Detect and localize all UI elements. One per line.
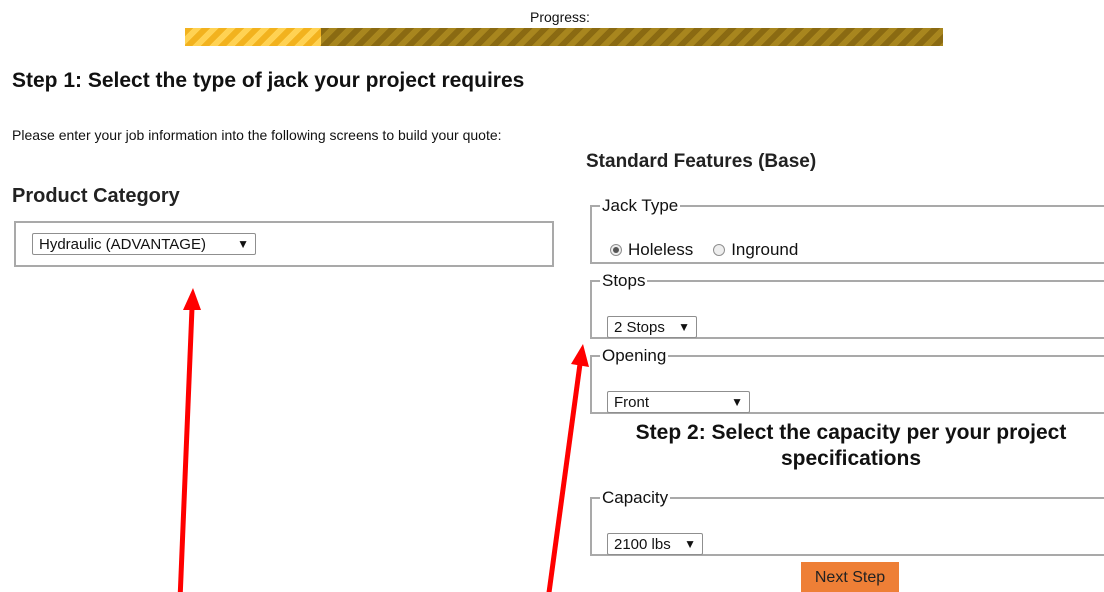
caret-down-icon: ▼ <box>684 537 696 551</box>
arrow-to-standard-features <box>546 344 589 592</box>
progress-bar <box>185 28 943 46</box>
opening-value: Front <box>614 393 650 411</box>
capacity-legend: Capacity <box>602 488 669 507</box>
arrow-to-product-category <box>177 288 201 592</box>
jack-type-options: Holeless Inground <box>610 240 818 260</box>
standard-features-heading: Standard Features (Base) <box>586 151 817 172</box>
opening-legend: Opening <box>602 346 667 365</box>
product-category-value: Hydraulic (ADVANTAGE) <box>39 235 206 253</box>
product-category-box: Hydraulic (ADVANTAGE) ▼ <box>14 221 554 267</box>
stops-group: Stops 2 Stops ▼ <box>590 271 1104 339</box>
opening-select[interactable]: Front ▼ <box>607 391 750 413</box>
opening-group: Opening Front ▼ <box>590 346 1104 414</box>
capacity-select[interactable]: 2100 lbs ▼ <box>607 533 703 555</box>
inground-label[interactable]: Inground <box>731 240 798 260</box>
holeless-label[interactable]: Holeless <box>628 240 693 260</box>
caret-down-icon: ▼ <box>237 237 249 251</box>
capacity-group: Capacity 2100 lbs ▼ <box>590 488 1104 556</box>
caret-down-icon: ▼ <box>678 320 690 334</box>
stops-select[interactable]: 2 Stops ▼ <box>607 316 697 338</box>
product-category-heading: Product Category <box>12 185 180 207</box>
step2-title: Step 2: Select the capacity per your pro… <box>635 421 1067 470</box>
progress-fill <box>185 28 322 46</box>
product-category-select[interactable]: Hydraulic (ADVANTAGE) ▼ <box>32 233 256 255</box>
next-step-button[interactable]: Next Step <box>801 562 899 592</box>
capacity-value: 2100 lbs <box>614 535 671 553</box>
progress-label: Progress: <box>530 9 590 25</box>
stops-legend: Stops <box>602 271 646 290</box>
quote-builder-page: Progress: Step 1: Select the type of jac… <box>0 0 1104 592</box>
holeless-radio[interactable] <box>610 244 622 256</box>
stops-value: 2 Stops <box>614 318 665 336</box>
intro-text: Please enter your job information into t… <box>12 127 502 143</box>
jack-type-group: Jack Type Holeless Inground <box>590 196 1104 264</box>
caret-down-icon: ▼ <box>731 395 743 409</box>
jack-type-legend: Jack Type <box>602 196 679 215</box>
inground-radio[interactable] <box>713 244 726 256</box>
step1-title: Step 1: Select the type of jack your pro… <box>12 69 525 92</box>
